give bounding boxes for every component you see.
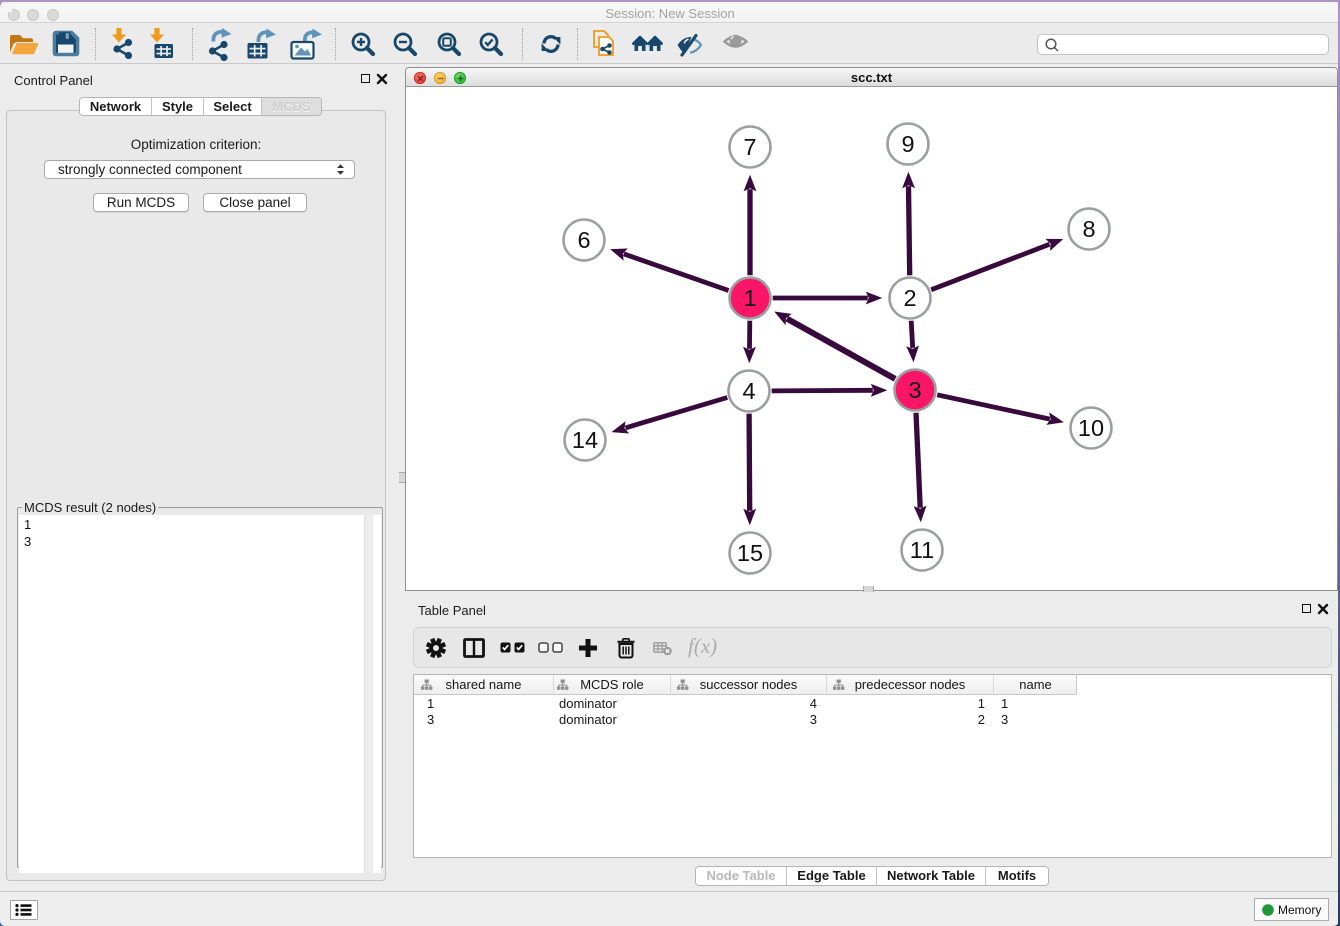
svg-text:8: 8: [1082, 216, 1095, 242]
svg-text:15: 15: [737, 540, 763, 566]
svg-text:1: 1: [743, 285, 756, 311]
svg-text:11: 11: [910, 537, 934, 563]
svg-text:14: 14: [572, 427, 598, 453]
svg-text:3: 3: [908, 377, 921, 403]
svg-text:7: 7: [743, 134, 756, 160]
svg-text:9: 9: [901, 131, 914, 157]
svg-text:6: 6: [577, 227, 590, 253]
svg-text:4: 4: [742, 378, 755, 404]
svg-text:10: 10: [1078, 415, 1104, 441]
svg-text:2: 2: [903, 285, 916, 311]
